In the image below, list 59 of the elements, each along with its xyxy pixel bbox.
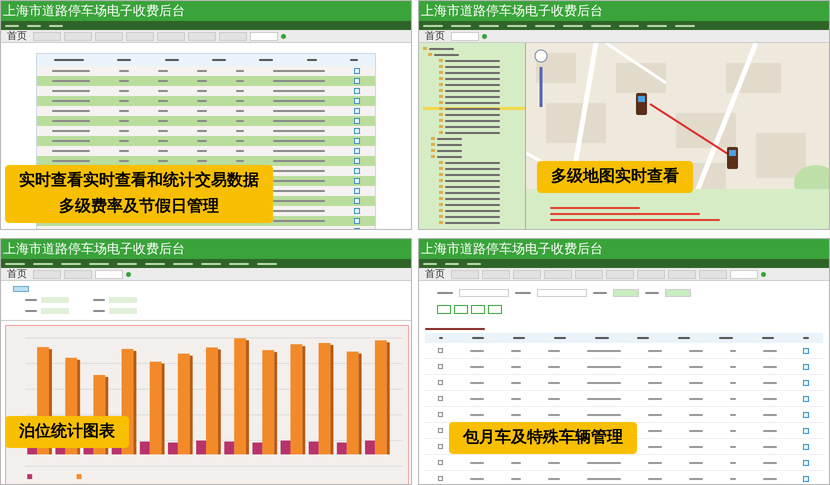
app-title: 上海市道路停车场电子收费后台 <box>419 239 829 259</box>
building-block <box>726 63 781 93</box>
checkbox[interactable] <box>438 428 444 433</box>
edit-icon[interactable] <box>803 412 810 418</box>
input-field[interactable] <box>459 289 509 297</box>
checkbox[interactable] <box>438 412 444 417</box>
caption-text: 实时查看实时查看和统计交易数据 <box>19 170 259 191</box>
home-tab[interactable]: 首页 <box>422 268 448 280</box>
caption-text: 包月车及特殊车辆管理 <box>463 427 623 448</box>
legend-swatch <box>76 474 82 480</box>
edit-icon[interactable] <box>803 476 810 482</box>
building-block <box>616 63 666 93</box>
building-block <box>756 133 806 178</box>
edit-icon[interactable] <box>803 364 810 370</box>
home-tab[interactable]: 首页 <box>4 30 30 42</box>
home-tab[interactable]: 首页 <box>422 30 448 42</box>
pos-terminal-icon <box>727 147 738 169</box>
action-button[interactable] <box>471 305 485 314</box>
add-tab-icon[interactable] <box>482 34 487 38</box>
checkbox[interactable] <box>438 380 444 385</box>
edit-icon[interactable] <box>803 380 810 386</box>
pos-terminal-icon <box>636 93 647 115</box>
edit-icon[interactable] <box>803 460 810 466</box>
checkbox[interactable] <box>438 444 444 449</box>
app-title: 上海市道路停车场电子收费后台 <box>419 1 829 21</box>
zoom-control-icon[interactable] <box>534 49 548 109</box>
edit-icon[interactable] <box>803 396 810 402</box>
checkbox[interactable] <box>438 476 444 481</box>
edit-icon[interactable] <box>803 428 810 434</box>
caption-text: 泊位统计图表 <box>19 421 115 442</box>
checkbox[interactable] <box>438 396 444 401</box>
checkbox[interactable] <box>438 364 444 369</box>
input-field[interactable] <box>109 308 137 314</box>
app-title: 上海市道路停车场电子收费后台 <box>1 239 411 259</box>
caption-text: 多级地图实时查看 <box>551 166 679 187</box>
legend-swatch <box>27 474 32 480</box>
input-field[interactable] <box>109 297 137 303</box>
input-field[interactable] <box>537 289 587 297</box>
edit-icon[interactable] <box>803 444 810 450</box>
home-tab[interactable]: 首页 <box>4 268 30 280</box>
action-button[interactable] <box>488 305 502 314</box>
query-button[interactable] <box>13 286 29 292</box>
road <box>605 43 667 84</box>
action-button[interactable] <box>437 305 451 314</box>
add-tab-icon[interactable] <box>126 272 131 276</box>
input-field[interactable] <box>41 297 69 303</box>
checkbox[interactable] <box>438 460 444 465</box>
caption-text: 多级费率及节假日管理 <box>59 196 219 217</box>
building-block <box>546 103 606 143</box>
app-title: 上海市道路停车场电子收费后台 <box>1 1 411 21</box>
input-field[interactable] <box>613 289 639 297</box>
add-tab-icon[interactable] <box>281 34 286 38</box>
edit-icon[interactable] <box>803 348 810 354</box>
input-field[interactable] <box>41 308 69 314</box>
tree-item[interactable] <box>423 107 525 110</box>
action-button[interactable] <box>454 305 468 314</box>
checkbox[interactable] <box>438 348 444 353</box>
add-tab-icon[interactable] <box>761 272 766 276</box>
input-field[interactable] <box>665 289 691 297</box>
